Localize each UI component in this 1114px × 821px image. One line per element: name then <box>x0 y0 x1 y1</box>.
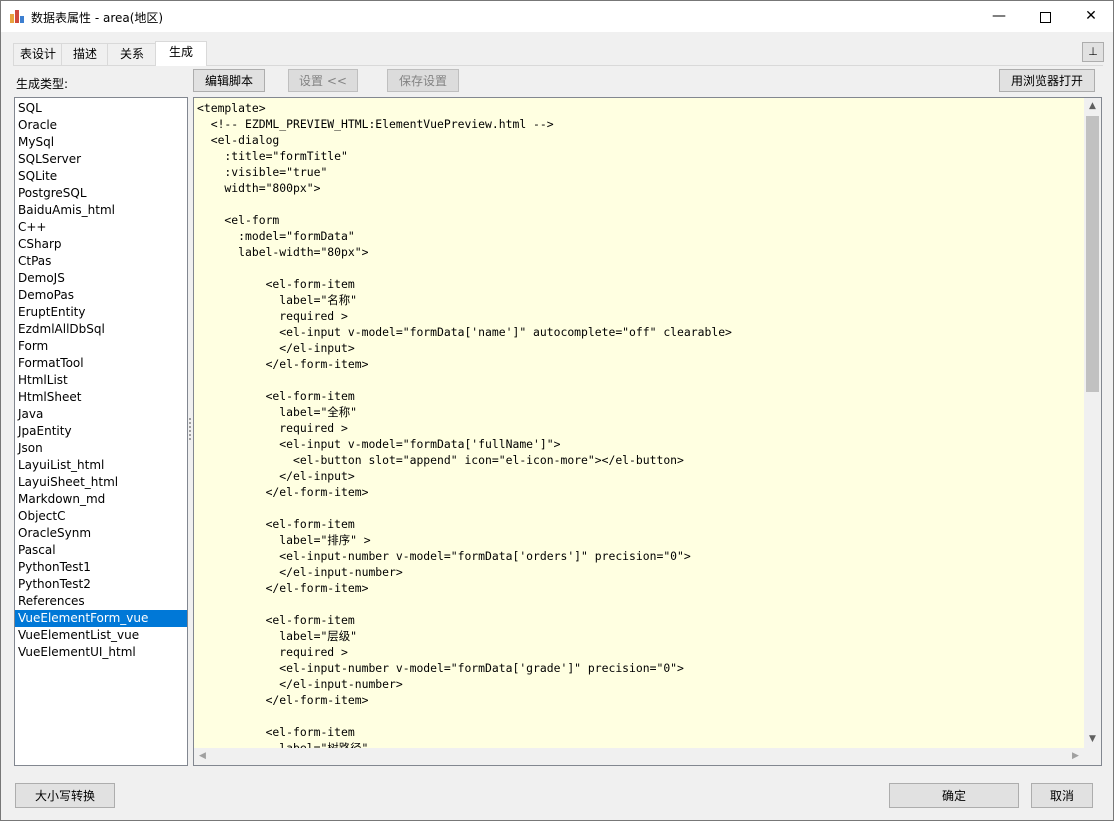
gen-type-item[interactable]: VueElementForm_vue <box>15 610 187 627</box>
gen-type-item[interactable]: Markdown_md <box>15 491 187 508</box>
gen-type-item[interactable]: HtmlList <box>15 372 187 389</box>
gen-type-item[interactable]: JpaEntity <box>15 423 187 440</box>
ok-button[interactable]: 确定 <box>889 783 1019 808</box>
open-in-browser-button[interactable]: 用浏览器打开 <box>999 69 1095 92</box>
scroll-right-icon[interactable]: ▶ <box>1067 748 1084 765</box>
gen-type-item[interactable]: VueElementUI_html <box>15 644 187 661</box>
gen-type-item[interactable]: References <box>15 593 187 610</box>
gen-type-item[interactable]: OracleSynm <box>15 525 187 542</box>
edit-script-button[interactable]: 编辑脚本 <box>193 69 265 92</box>
gen-type-item[interactable]: Json <box>15 440 187 457</box>
gen-type-item[interactable]: PostgreSQL <box>15 185 187 202</box>
splitter-handle[interactable] <box>189 416 192 446</box>
gen-type-item[interactable]: PythonTest2 <box>15 576 187 593</box>
gen-type-item[interactable]: Java <box>15 406 187 423</box>
scroll-left-icon[interactable]: ◀ <box>194 748 211 765</box>
gen-type-item[interactable]: EzdmlAllDbSql <box>15 321 187 338</box>
gen-type-item[interactable]: CSharp <box>15 236 187 253</box>
gen-type-item[interactable]: FormatTool <box>15 355 187 372</box>
save-settings-button[interactable]: 保存设置 <box>387 69 459 92</box>
code-editor[interactable]: <template> <!-- EZDML_PREVIEW_HTML:Eleme… <box>193 97 1102 766</box>
gen-type-item[interactable]: Form <box>15 338 187 355</box>
window-title: 数据表属性 - area(地区) <box>31 11 164 25</box>
gen-type-item[interactable]: SQLite <box>15 168 187 185</box>
scroll-thumb[interactable] <box>1086 116 1099 392</box>
dialog-window: 数据表属性 - area(地区) — ✕ 表设计 描述 关系 生成 ⊥ 生成类型… <box>0 0 1114 821</box>
vertical-scrollbar[interactable]: ▲ ▼ <box>1084 98 1101 748</box>
gen-type-item[interactable]: SQLServer <box>15 151 187 168</box>
case-convert-button[interactable]: 大小写转换 <box>15 783 115 808</box>
gen-type-item[interactable]: EruptEntity <box>15 304 187 321</box>
app-icon <box>10 9 26 23</box>
tab-generate[interactable]: 生成 <box>155 41 207 66</box>
scroll-corner <box>1084 748 1101 765</box>
pin-button[interactable]: ⊥ <box>1082 42 1104 62</box>
gen-type-label: 生成类型: <box>16 77 69 91</box>
gen-type-item[interactable]: DemoJS <box>15 270 187 287</box>
gen-type-item[interactable]: LayuiSheet_html <box>15 474 187 491</box>
gen-type-item[interactable]: DemoPas <box>15 287 187 304</box>
gen-type-item[interactable]: HtmlSheet <box>15 389 187 406</box>
gen-type-item[interactable]: C++ <box>15 219 187 236</box>
gen-type-item[interactable]: CtPas <box>15 253 187 270</box>
maximize-button[interactable] <box>1022 1 1068 32</box>
gen-type-item[interactable]: PythonTest1 <box>15 559 187 576</box>
tab-table-design[interactable]: 表设计 <box>13 43 63 65</box>
gen-type-item[interactable]: MySql <box>15 134 187 151</box>
settings-button[interactable]: 设置 << <box>288 69 358 92</box>
title-bar: 数据表属性 - area(地区) — ✕ <box>1 1 1113 32</box>
gen-type-item[interactable]: Oracle <box>15 117 187 134</box>
maximize-icon <box>1039 12 1051 23</box>
minimize-button[interactable]: — <box>976 1 1022 32</box>
tab-relations[interactable]: 关系 <box>107 43 157 65</box>
cancel-button[interactable]: 取消 <box>1031 783 1093 808</box>
close-button[interactable]: ✕ <box>1068 1 1113 32</box>
gen-type-item[interactable]: LayuiList_html <box>15 457 187 474</box>
gen-type-list[interactable]: SQL Oracle MySql SQLServer SQLite PostgreSQL B… <box>14 97 188 766</box>
gen-type-item[interactable]: VueElementList_vue <box>15 627 187 644</box>
scroll-up-icon[interactable]: ▲ <box>1084 98 1101 115</box>
horizontal-scrollbar[interactable]: ◀ ▶ <box>194 748 1084 765</box>
gen-type-item[interactable]: Pascal <box>15 542 187 559</box>
gen-type-item[interactable]: SQL <box>15 100 187 117</box>
gen-type-item[interactable]: ObjectC <box>15 508 187 525</box>
scroll-down-icon[interactable]: ▼ <box>1084 731 1101 748</box>
tab-description[interactable]: 描述 <box>61 43 109 65</box>
code-content[interactable]: <template> <!-- EZDML_PREVIEW_HTML:Eleme… <box>197 100 1082 748</box>
gen-type-item[interactable]: BaiduAmis_html <box>15 202 187 219</box>
